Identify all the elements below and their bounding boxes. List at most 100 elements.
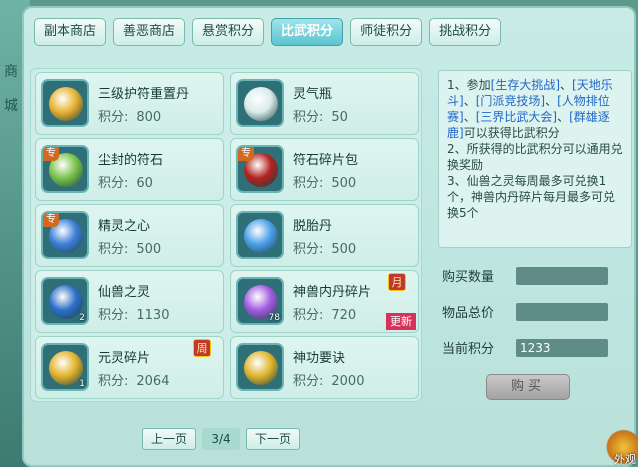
score-label: 积分: <box>293 110 324 125</box>
item-count: 78 <box>268 313 280 323</box>
qty-label: 购买数量 <box>442 270 495 285</box>
shop-item-card[interactable]: 2 仙兽之灵积分: 1130 <box>35 270 224 333</box>
shop-panel: 副本商店 善恶商店 悬赏积分 比武积分 师徒积分 挑战积分 三级护符重置丹 积分:… <box>22 6 636 467</box>
shop-item-card[interactable]: 灵气瓶 积分: 50 <box>230 72 419 135</box>
score-label: 积分: <box>98 308 129 323</box>
item-glyph <box>244 219 278 253</box>
score-value: 1130 <box>136 308 170 323</box>
tab-mentor-points[interactable]: 师徒积分 <box>350 18 423 46</box>
desc-text: 可以获得比武积分 <box>463 126 560 140</box>
tab-bounty-points[interactable]: 悬赏积分 <box>192 18 265 46</box>
new-badge: 更新 <box>386 313 416 330</box>
tab-karma-shop[interactable]: 善恶商店 <box>113 18 186 46</box>
item-glyph <box>244 351 278 385</box>
desc-text: 2、所获得的比武积分可以通用兑换奖励 <box>447 142 623 172</box>
desc-separator: 、 <box>560 78 573 92</box>
score-label: 积分: <box>98 110 129 125</box>
shop-item-card[interactable]: 脱胎丹积分: 500 <box>230 204 419 267</box>
items-area: 三级护符重置丹 积分: 800 灵气瓶 积分: 50 专尘封的符石 积分: 60 专符石碎片包 积分… <box>30 68 422 402</box>
exclusive-tag: 专 <box>43 213 59 227</box>
item-glyph <box>49 285 83 319</box>
buy-button[interactable]: 购买 <box>486 374 570 400</box>
item-name: 神兽内丹碎片 <box>293 285 372 300</box>
item-name: 精灵之心 <box>98 219 151 234</box>
outfit-corner-label: 外观 <box>614 453 636 466</box>
item-score: 积分: 500 <box>293 238 356 257</box>
activity-link[interactable]: [三界比武大会] <box>476 110 557 124</box>
golden-amulet-icon <box>41 79 89 127</box>
limit-badge: 周 <box>193 339 211 357</box>
shop-item-card[interactable]: 专 精灵之心 积分: 500 <box>35 204 224 267</box>
item-glyph <box>49 351 83 385</box>
spirit-heart-icon: 专 <box>41 211 89 259</box>
activity-link[interactable]: [生存大挑战] <box>491 78 560 92</box>
current-label: 当前积分 <box>442 342 495 357</box>
item-score: 积分: 2064 <box>98 370 169 389</box>
item-score: 积分: 60 <box>98 172 153 191</box>
item-grid: 三级护符重置丹 积分: 800 灵气瓶 积分: 50 专尘封的符石 积分: 60 专符石碎片包 积分… <box>35 72 419 399</box>
qty-input[interactable] <box>516 266 608 285</box>
score-label: 积分: <box>293 176 324 191</box>
desc-separator: 、 <box>463 110 476 124</box>
exclusive-tag: 专 <box>238 147 254 161</box>
pager: 上一页 3/4 下一页 <box>142 428 301 450</box>
item-name: 脱胎丹 <box>293 219 333 234</box>
item-name: 仙兽之灵 <box>98 285 151 300</box>
rules-description: 1、参加[生存大挑战]、[天地乐斗]、[门派竞技场]、[人物排位赛]、[三界比武… <box>438 70 632 248</box>
total-label: 物品总价 <box>442 306 495 321</box>
spirit-vase-icon <box>236 79 284 127</box>
score-label: 积分: <box>98 176 129 191</box>
shop-item-card[interactable]: 三级护符重置丹 积分: 800 <box>35 72 224 135</box>
item-score: 积分: 800 <box>98 106 161 125</box>
limit-badge: 月 <box>388 273 406 291</box>
item-glyph <box>49 87 83 121</box>
score-label: 积分: <box>98 242 129 257</box>
item-score: 积分: 50 <box>293 106 348 125</box>
score-value: 60 <box>136 176 153 191</box>
total-row: 物品总价 <box>442 302 608 321</box>
item-name: 尘封的符石 <box>98 153 164 168</box>
tab-challenge-points[interactable]: 挑战积分 <box>429 18 502 46</box>
score-value: 720 <box>331 308 357 323</box>
shop-item-card[interactable]: 专 符石碎片包积分: 500 <box>230 138 419 201</box>
desc-separator: 、 <box>557 110 570 124</box>
score-label: 积分: <box>293 374 324 389</box>
item-score: 积分: 500 <box>293 172 356 191</box>
yuanling-fragment-icon: 1 <box>41 343 89 391</box>
score-value: 500 <box>331 242 357 257</box>
rebirth-pill-icon <box>236 211 284 259</box>
shop-item-card[interactable]: 神功要诀积分: 2000 <box>230 336 419 399</box>
activity-link[interactable]: [门派竞技场] <box>476 94 545 108</box>
desc-separator: 、 <box>545 94 558 108</box>
shop-item-card[interactable]: 78 神兽内丹碎片 积分: 720 月更新 <box>230 270 419 333</box>
item-count: 1 <box>79 379 85 389</box>
shop-item-card[interactable]: 专 尘封的符石 积分: 60 <box>35 138 224 201</box>
item-name: 元灵碎片 <box>98 351 151 366</box>
next-page-button[interactable]: 下一页 <box>246 428 301 450</box>
item-name: 三级护符重置丹 <box>98 87 190 102</box>
score-value: 2000 <box>331 374 365 389</box>
desc-separator: 、 <box>463 94 476 108</box>
item-name: 符石碎片包 <box>293 153 359 168</box>
item-name: 神功要诀 <box>293 351 346 366</box>
desc-text: 1、参加 <box>447 78 491 92</box>
score-value: 2064 <box>136 374 170 389</box>
tab-bar: 副本商店 善恶商店 悬赏积分 比武积分 师徒积分 挑战积分 <box>34 18 502 46</box>
score-label: 积分: <box>293 308 324 323</box>
score-value: 800 <box>136 110 162 125</box>
current-row: 当前积分 1233 <box>442 338 608 357</box>
beast-core-fragment-icon: 78 <box>236 277 284 325</box>
tab-arena-points[interactable]: 比武积分 <box>271 18 344 46</box>
beast-spirit-icon: 2 <box>41 277 89 325</box>
score-label: 积分: <box>293 242 324 257</box>
page-indicator: 3/4 <box>202 428 241 450</box>
qty-row: 购买数量 <box>442 266 608 285</box>
prev-page-button[interactable]: 上一页 <box>142 428 197 450</box>
score-label: 积分: <box>98 374 129 389</box>
total-value <box>516 302 608 321</box>
item-count: 2 <box>79 313 85 323</box>
current-points-value: 1233 <box>516 338 608 357</box>
tab-dungeon-shop[interactable]: 副本商店 <box>34 18 107 46</box>
shop-item-card[interactable]: 1 元灵碎片积分: 2064 周 <box>35 336 224 399</box>
background-side-text: 商城 <box>4 64 18 114</box>
